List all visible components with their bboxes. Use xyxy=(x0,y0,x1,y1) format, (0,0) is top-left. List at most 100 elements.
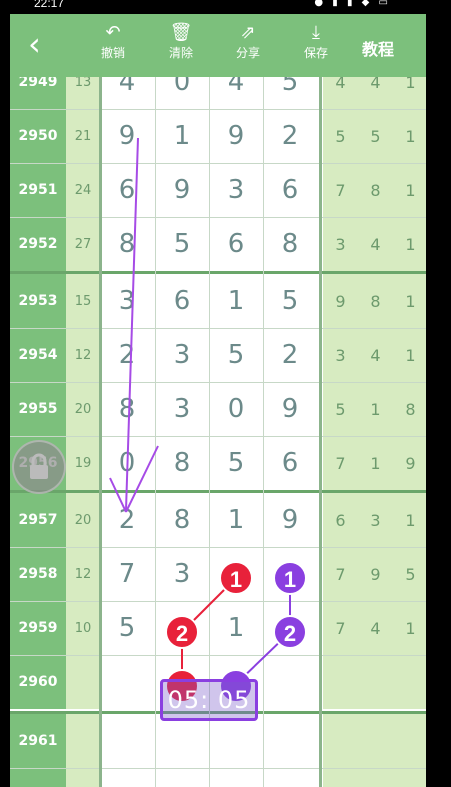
side-stat-cell: 5 xyxy=(358,109,393,163)
digit-cell[interactable]: 5 xyxy=(100,601,154,655)
digit-cell[interactable]: 0 xyxy=(209,382,263,436)
digit-cell[interactable]: 8 xyxy=(155,493,209,547)
digit-cell[interactable]: 9 xyxy=(263,547,317,601)
table-row: 2958 12 7 3 1 9 7 9 5 xyxy=(10,547,426,601)
digit-cell[interactable]: 2 xyxy=(155,601,209,655)
sum-value: 19 xyxy=(66,436,100,490)
digit-cell[interactable]: 8 xyxy=(155,436,209,490)
digit-cell[interactable]: 9 xyxy=(263,493,317,547)
digit-cell[interactable]: 3 xyxy=(155,382,209,436)
digit-cell[interactable] xyxy=(100,714,154,768)
digit-cell[interactable]: 7 xyxy=(100,547,154,601)
digit-cell[interactable]: 8 xyxy=(100,217,154,271)
digit-cell[interactable]: 5 xyxy=(209,436,263,490)
issue-number: 2954 xyxy=(10,328,66,382)
digit-cell[interactable]: 1 xyxy=(209,493,263,547)
digit-cell[interactable]: 1 xyxy=(209,601,263,655)
digit-cell[interactable]: 3 xyxy=(155,328,209,382)
save-button[interactable]: ⤓ 保存 xyxy=(291,22,341,61)
side-stat-cell xyxy=(393,714,426,768)
digit-cell[interactable]: 2 xyxy=(100,493,154,547)
digit-cell[interactable]: 4 xyxy=(100,77,154,109)
digit-cell[interactable]: 9 xyxy=(155,163,209,217)
section-divider xyxy=(319,77,322,787)
sum-value: 15 xyxy=(66,274,100,328)
side-stat-cell xyxy=(393,768,426,787)
digit-cell[interactable]: 2 xyxy=(263,328,317,382)
digit-cell[interactable]: 0 xyxy=(100,436,154,490)
side-stat-cell: 4 xyxy=(358,601,393,655)
digit-cell[interactable]: 0 xyxy=(155,77,209,109)
side-stat-cell: 1 xyxy=(393,163,426,217)
digit-cell[interactable] xyxy=(100,655,154,709)
sum-value: 12 xyxy=(66,547,100,601)
grid-line xyxy=(10,436,426,437)
digit-cell[interactable] xyxy=(209,714,263,768)
issue-number xyxy=(10,768,66,787)
side-stat-cell: 1 xyxy=(393,77,426,109)
digit-cell[interactable] xyxy=(263,655,317,709)
digit-cell[interactable]: 1 xyxy=(209,547,263,601)
undo-icon: ↶ xyxy=(105,22,121,43)
digit-cell[interactable]: 9 xyxy=(209,109,263,163)
digit-cell[interactable]: 3 xyxy=(155,547,209,601)
digit-cell[interactable]: 6 xyxy=(100,163,154,217)
digit-cell[interactable]: 9 xyxy=(100,109,154,163)
digit-cell[interactable]: 6 xyxy=(155,274,209,328)
digit-cell[interactable]: 2 xyxy=(263,109,317,163)
digit-cell[interactable]: 8 xyxy=(263,217,317,271)
digit-cell[interactable]: 5 xyxy=(263,77,317,109)
side-stat-cell: 7 xyxy=(323,163,358,217)
side-stat-cell: 4 xyxy=(323,77,358,109)
digit-cell[interactable]: 5 xyxy=(263,274,317,328)
issue-number: 2961 xyxy=(10,714,66,768)
digit-cell[interactable] xyxy=(100,768,154,787)
side-stat-cell xyxy=(323,714,358,768)
digit-cell[interactable] xyxy=(155,768,209,787)
undo-button[interactable]: ↶ 撤销 xyxy=(88,22,138,61)
grid-line xyxy=(10,217,426,218)
digit-cell[interactable]: 1 xyxy=(155,109,209,163)
digit-cell[interactable]: 6 xyxy=(209,217,263,271)
digit-cell[interactable] xyxy=(263,768,317,787)
digit-cell[interactable] xyxy=(263,714,317,768)
back-icon[interactable]: ‹ xyxy=(28,28,41,60)
digit-cell[interactable]: 4 xyxy=(209,77,263,109)
grid-line xyxy=(263,77,264,787)
sum-value: 13 xyxy=(66,77,100,109)
digit-cell[interactable]: 3 xyxy=(100,274,154,328)
share-label: 分享 xyxy=(235,46,260,60)
digit-cell[interactable]: 2 xyxy=(263,601,317,655)
issue-number: 2957 xyxy=(10,493,66,547)
clear-button[interactable]: 🗑 清除 xyxy=(156,22,206,61)
digit-cell[interactable]: 3 xyxy=(209,163,263,217)
digit-cell[interactable]: 6 xyxy=(263,436,317,490)
side-stat-cell xyxy=(393,655,426,709)
side-stat-cell: 7 xyxy=(323,601,358,655)
trash-icon: 🗑 xyxy=(169,22,193,43)
digit-cell[interactable]: 8 xyxy=(100,382,154,436)
issue-number: 2950 xyxy=(10,109,66,163)
side-stat-cell: 8 xyxy=(358,274,393,328)
digit-cell[interactable]: 6 xyxy=(263,163,317,217)
digit-cell[interactable]: 5 xyxy=(155,217,209,271)
digit-cell[interactable] xyxy=(155,714,209,768)
lock-button[interactable] xyxy=(12,440,66,494)
side-stat-cell: 8 xyxy=(358,163,393,217)
digit-cell[interactable]: 1 xyxy=(209,274,263,328)
toolbar: ‹ ↶ 撤销 🗑 清除 ⇗ 分享 ⤓ 保存 教程 xyxy=(10,14,426,77)
undo-label: 撤销 xyxy=(100,46,125,60)
digit-cell[interactable] xyxy=(209,768,263,787)
digit-cell[interactable]: 2 xyxy=(100,328,154,382)
sum-value xyxy=(66,714,100,768)
digit-cell[interactable]: 9 xyxy=(263,382,317,436)
status-bar: 22:17 ● ▮ ▮ ◆ ▭ xyxy=(0,0,451,14)
side-stat-cell: 4 xyxy=(358,217,393,271)
sum-value: 12 xyxy=(66,328,100,382)
tutorial-button[interactable]: 教程 xyxy=(362,36,394,60)
digit-cell[interactable]: 5 xyxy=(209,328,263,382)
timer-badge[interactable]: 05: 05 xyxy=(160,679,258,721)
side-stat-cell: 5 xyxy=(323,382,358,436)
table-row: 2951 24 6 9 3 6 7 8 1 xyxy=(10,163,426,217)
share-button[interactable]: ⇗ 分享 xyxy=(223,22,273,61)
